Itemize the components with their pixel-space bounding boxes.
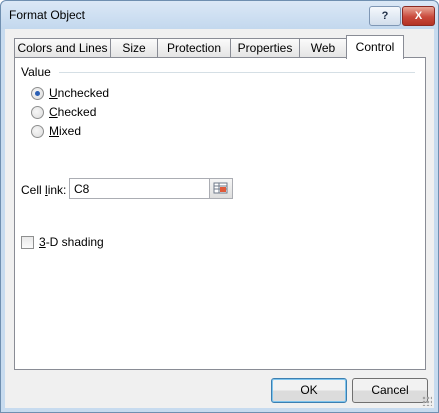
radio-checked-label: Checked (49, 105, 97, 119)
tab-strip: Colors and Lines Size Protection Propert… (14, 35, 424, 59)
tab-control[interactable]: Control (346, 35, 404, 59)
control-tab-panel: Value Unchecked Checked Mixed Cell link:… (14, 57, 426, 370)
range-select-button[interactable] (209, 178, 233, 199)
shading-checkbox[interactable] (21, 236, 34, 249)
cell-link-value: C8 (74, 182, 90, 196)
format-object-dialog: Format Object ? X Colors and Lines Size … (0, 0, 439, 413)
cell-link-input[interactable]: C8 (69, 178, 211, 199)
collapse-dialog-icon (213, 182, 228, 194)
cancel-button[interactable]: Cancel (352, 378, 428, 403)
ok-button[interactable]: OK (271, 378, 347, 403)
radio-button-selected[interactable] (31, 87, 44, 100)
group-divider (59, 72, 415, 73)
radio-mixed-label: Mixed (49, 124, 82, 138)
radio-button[interactable] (31, 106, 44, 119)
tab-web[interactable]: Web (299, 38, 347, 58)
cell-link-label: Cell link: (21, 183, 67, 197)
tab-properties[interactable]: Properties (230, 38, 300, 58)
value-group-label: Value (21, 65, 51, 79)
radio-unchecked-label: Unchecked (49, 86, 110, 100)
help-button[interactable]: ? (369, 6, 401, 26)
dialog-body: Colors and Lines Size Protection Propert… (5, 29, 434, 408)
resize-grip[interactable] (422, 396, 432, 406)
shading-label: 3-D shading (39, 235, 104, 249)
window-title: Format Object (9, 8, 86, 22)
tab-size[interactable]: Size (110, 38, 158, 58)
title-bar[interactable]: Format Object ? X (1, 1, 438, 29)
radio-button[interactable] (31, 125, 44, 138)
tab-colors-and-lines[interactable]: Colors and Lines (14, 38, 111, 58)
close-button[interactable]: X (402, 6, 435, 26)
tab-protection[interactable]: Protection (157, 38, 231, 58)
